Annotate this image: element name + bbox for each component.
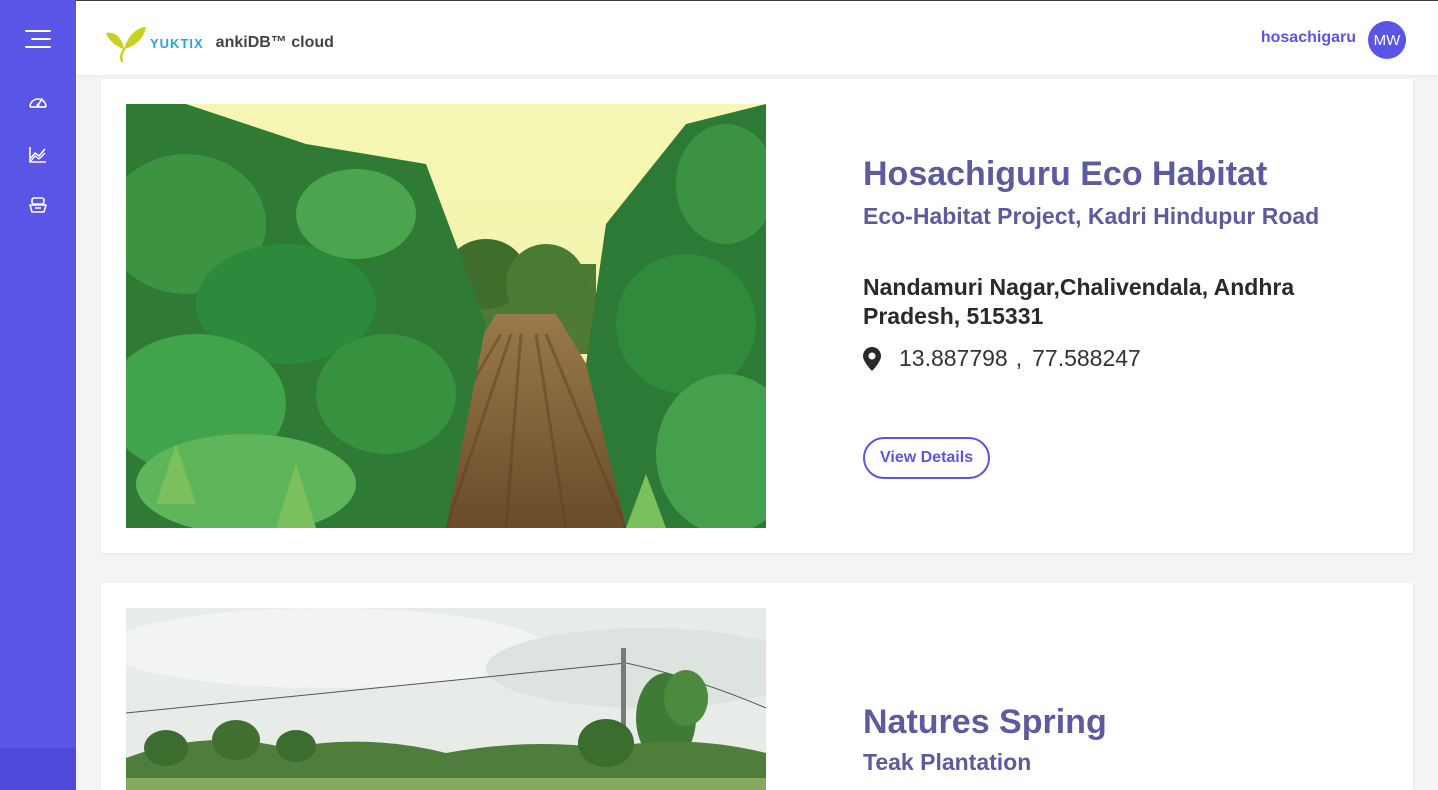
sidebar [0, 0, 76, 790]
leaf-logo-icon [106, 27, 146, 63]
sidebar-item-dashboard[interactable] [0, 83, 76, 123]
menu-toggle-button[interactable] [0, 19, 76, 59]
menu-icon [25, 30, 51, 48]
project-card: Natures Spring Teak Plantation [101, 583, 1413, 790]
view-details-button[interactable]: View Details [863, 437, 991, 479]
sidebar-footer [0, 748, 76, 790]
project-title: Hosachiguru Eco Habitat [863, 155, 1268, 193]
brand-name: YUKTIX [150, 35, 204, 51]
sidebar-item-analytics[interactable] [0, 134, 76, 174]
inventory-icon [29, 197, 47, 213]
coordinate-separator: , [1015, 345, 1023, 371]
dashboard-gauge-icon [29, 98, 47, 108]
project-card: Hosachiguru Eco Habitat Eco-Habitat Proj… [101, 79, 1413, 553]
longitude-value: 77.588247 [1032, 345, 1141, 371]
latitude-value: 13.887798 [899, 345, 1008, 371]
project-address: Nandamuri Nagar,Chalivendala, Andhra Pra… [863, 274, 1295, 329]
sidebar-item-inventory[interactable] [0, 185, 76, 225]
top-navbar: YUKTIX ankiDB™ cloud hosachigaru MW [76, 0, 1438, 75]
project-photo [126, 104, 766, 528]
username-link[interactable]: hosachigaru [1261, 29, 1356, 47]
project-photo [126, 608, 766, 790]
project-subtitle: Teak Plantation [863, 749, 1032, 775]
app-name: ankiDB™ cloud [215, 34, 334, 51]
map-marker-icon [863, 346, 881, 371]
chart-area-icon [29, 147, 46, 163]
project-subtitle: Eco-Habitat Project, Kadri Hindupur Road [863, 203, 1320, 229]
brand-logo[interactable]: YUKTIX ankiDB™ cloud [104, 23, 334, 63]
project-title: Natures Spring [863, 703, 1107, 741]
avatar[interactable]: MW [1368, 21, 1406, 59]
project-coordinates: 13.887798 , 77.588247 [863, 345, 1141, 372]
